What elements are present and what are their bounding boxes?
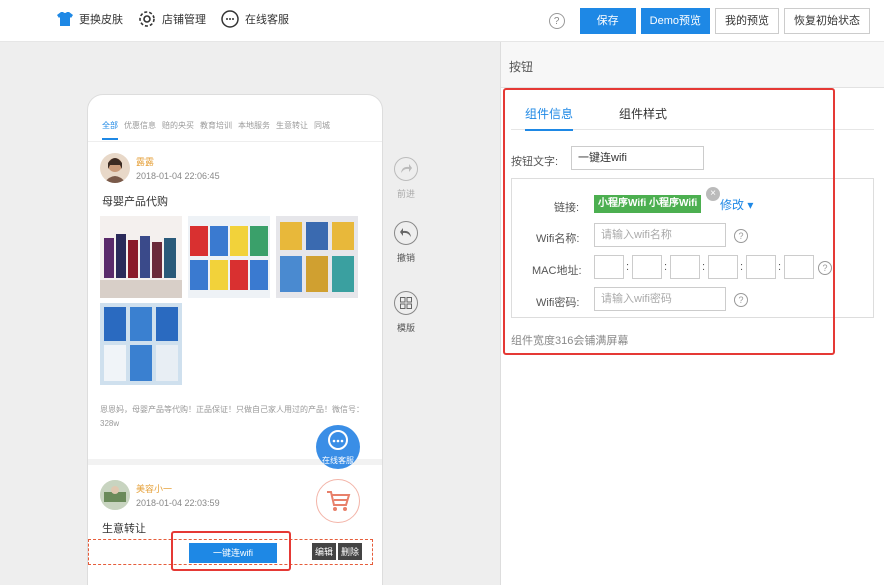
tab-city[interactable]: 同城 <box>314 120 330 141</box>
change-skin-button[interactable]: 更换皮肤 <box>56 11 123 27</box>
highlight-frame <box>503 88 835 355</box>
undo-icon <box>394 221 418 245</box>
redo-icon <box>394 157 418 181</box>
headset-icon <box>328 430 348 450</box>
delete-button[interactable]: 删除 <box>338 543 363 560</box>
edit-button[interactable]: 编辑 <box>312 543 337 560</box>
product-photo <box>100 303 182 385</box>
gear-icon <box>137 9 157 29</box>
category-tabs: 全部 优惠信息 赔的央买 教育培训 本地服务 生意转让 同城 <box>88 120 382 142</box>
tab-discount[interactable]: 优惠信息 <box>124 120 156 141</box>
forward-button[interactable]: 前进 <box>392 157 420 200</box>
shop-manage-button[interactable]: 店铺管理 <box>137 9 206 29</box>
undo-button[interactable]: 撤销 <box>392 221 420 264</box>
online-service-float-button[interactable]: 在线客服 <box>316 425 360 469</box>
my-preview-button[interactable]: 我的预览 <box>715 8 779 34</box>
help-icon[interactable]: ? <box>548 13 565 29</box>
component-actions: 编辑 删除 <box>312 543 363 560</box>
post-title: 母婴产品代购 <box>102 196 168 208</box>
change-skin-label: 更换皮肤 <box>79 14 123 26</box>
avatar <box>100 480 130 510</box>
tab-local-service[interactable]: 本地服务 <box>238 120 270 141</box>
top-right-actions: ? 保存 Demo预览 我的预览 恢复初始状态 <box>548 8 870 34</box>
avatar <box>100 153 130 183</box>
post-time: 2018-01-04 22:03:59 <box>136 498 220 508</box>
product-photo <box>100 216 182 298</box>
shop-manage-label: 店铺管理 <box>162 14 206 26</box>
online-service-button[interactable]: 在线客服 <box>220 9 289 29</box>
top-toolbar: 更换皮肤 店铺管理 在线客服 ? 保存 Demo预览 我的预览 恢复初始状态 <box>0 0 884 42</box>
post-username: 露露 <box>136 157 155 167</box>
grid-icon <box>394 291 418 315</box>
save-button[interactable]: 保存 <box>579 8 636 34</box>
tab-education[interactable]: 教育培训 <box>200 120 232 141</box>
template-label: 模版 <box>396 323 415 333</box>
post-title: 生意转让 <box>102 523 146 535</box>
forward-label: 前进 <box>396 189 415 199</box>
product-photo <box>276 216 358 298</box>
chat-icon <box>220 9 240 29</box>
post-time: 2018-01-04 22:06:45 <box>136 171 220 181</box>
post-card[interactable]: 露露 2018-01-04 22:06:45 母婴产品代购 恩恩妈，母婴产品等代… <box>100 153 370 453</box>
online-service-float-label: 在线客服 <box>322 456 354 465</box>
tab-business-transfer[interactable]: 生意转让 <box>276 120 308 141</box>
phone-preview: 全部 优惠信息 赔的央买 教育培训 本地服务 生意转让 同城 露露 2018-0… <box>87 94 383 585</box>
online-service-label: 在线客服 <box>245 14 289 26</box>
panel-title: 按钮 <box>501 42 884 88</box>
post-username: 美容小一 <box>136 484 173 494</box>
top-left-menu: 更换皮肤 店铺管理 在线客服 <box>56 9 289 29</box>
cart-icon <box>327 491 351 511</box>
demo-preview-button[interactable]: Demo预览 <box>640 8 710 34</box>
cart-float-button[interactable] <box>316 479 360 523</box>
shirt-icon <box>56 11 74 27</box>
highlight-frame <box>171 531 291 571</box>
editor-canvas: 全部 优惠信息 赔的央买 教育培训 本地服务 生意转让 同城 露露 2018-0… <box>0 42 500 585</box>
product-photo <box>188 216 270 298</box>
tab-all[interactable]: 全部 <box>102 120 118 140</box>
reset-button[interactable]: 恢复初始状态 <box>784 8 870 34</box>
tab-buy[interactable]: 赔的央买 <box>162 120 194 141</box>
template-button[interactable]: 模版 <box>392 291 420 334</box>
undo-label: 撤销 <box>396 253 415 263</box>
